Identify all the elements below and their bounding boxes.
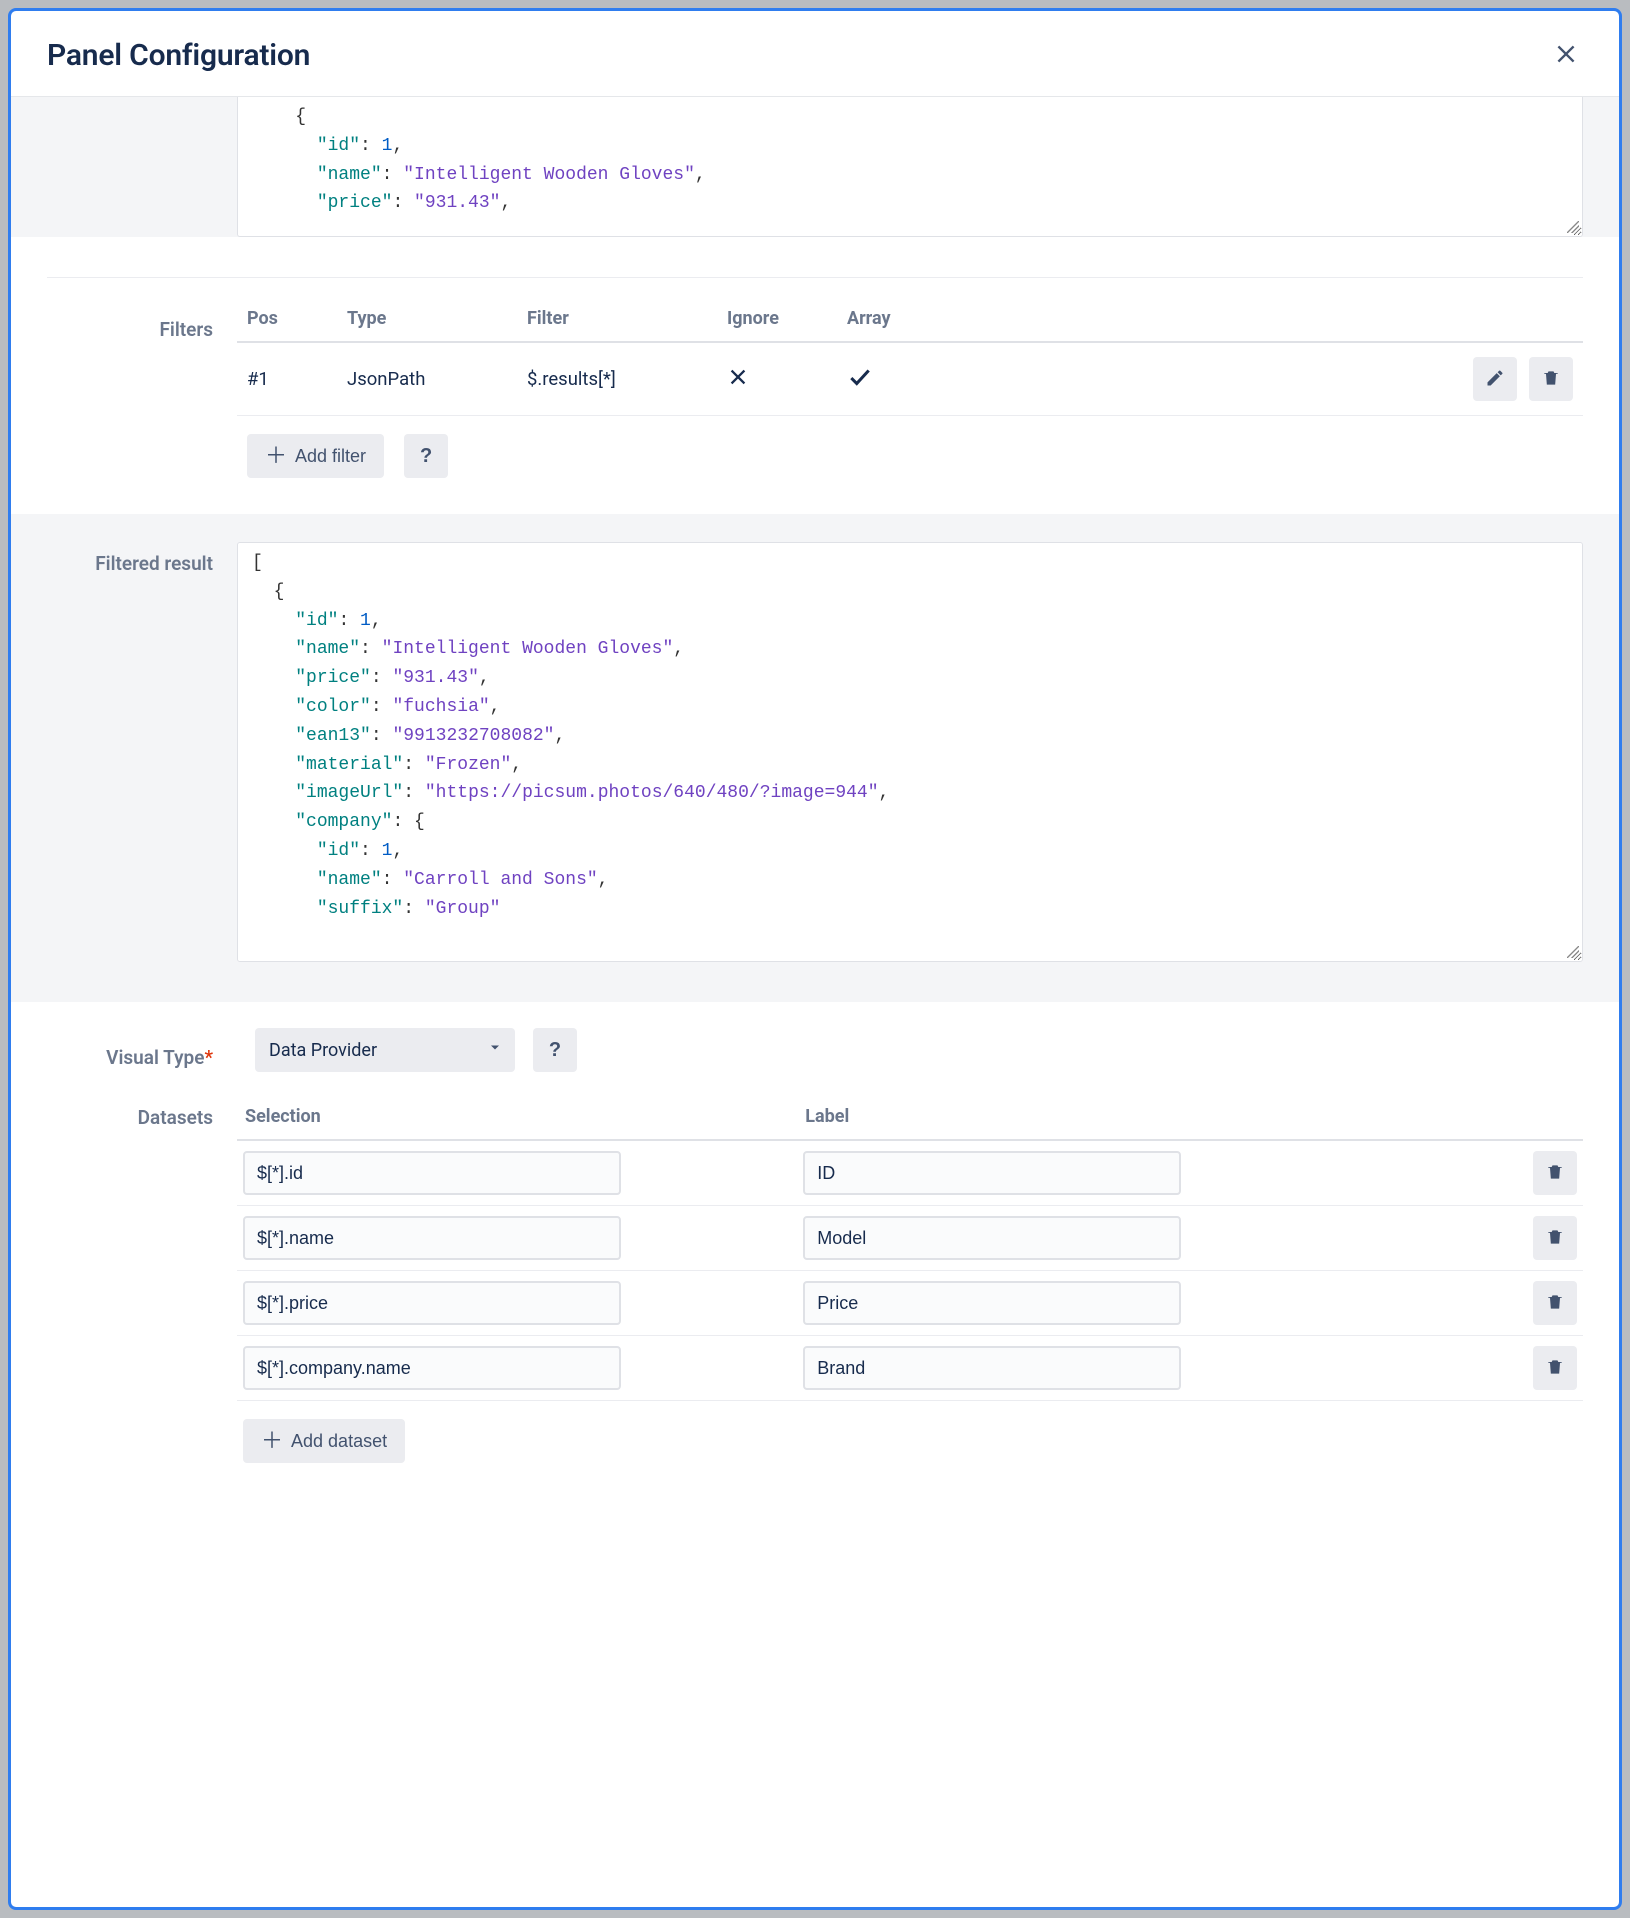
check-icon — [847, 373, 873, 395]
close-icon — [1553, 55, 1579, 70]
modal-body[interactable]: { "id": 1, "name": "Intelligent Wooden G… — [11, 97, 1619, 1907]
close-button[interactable] — [1549, 37, 1583, 74]
dataset-selection-input[interactable] — [243, 1281, 621, 1325]
table-row — [237, 1271, 1583, 1336]
x-icon — [727, 371, 749, 393]
filtered-result-label: Filtered result — [47, 542, 237, 575]
col-pos: Pos — [247, 308, 347, 329]
delete-dataset-button[interactable] — [1533, 1346, 1577, 1390]
dataset-selection-input[interactable] — [243, 1151, 621, 1195]
filter-expression: $.results[*] — [527, 368, 727, 390]
filters-label: Filters — [47, 308, 237, 341]
col-array: Array — [847, 308, 967, 329]
table-row — [237, 1336, 1583, 1401]
datasets-table-header: Selection Label — [237, 1096, 1583, 1141]
trash-icon — [1545, 1292, 1565, 1315]
visual-type-label: Visual Type* — [47, 1032, 237, 1069]
edit-filter-button[interactable] — [1473, 357, 1517, 401]
table-row: #1JsonPath$.results[*] — [237, 343, 1583, 416]
add-dataset-label: Add dataset — [291, 1431, 387, 1452]
dataset-label-input[interactable] — [803, 1346, 1181, 1390]
col-ignore: Ignore — [727, 308, 847, 329]
visual-type-section: Visual Type* Data Provider ? Datasets — [11, 1002, 1619, 1487]
pencil-icon — [1485, 368, 1505, 391]
add-filter-label: Add filter — [295, 446, 366, 467]
trash-icon — [1545, 1162, 1565, 1185]
filter-pos: #1 — [247, 368, 347, 390]
filters-table-header: Pos Type Filter Ignore Array — [237, 308, 1583, 343]
trash-icon — [1545, 1227, 1565, 1250]
filter-ignore — [727, 366, 847, 393]
delete-dataset-button[interactable] — [1533, 1151, 1577, 1195]
visual-type-value: Data Provider — [269, 1040, 377, 1061]
table-row — [237, 1141, 1583, 1206]
col-selection: Selection — [243, 1106, 803, 1127]
filtered-result-section: Filtered result [ { "id": 1, "name": "In… — [11, 514, 1619, 1002]
dataset-label-input[interactable] — [803, 1281, 1181, 1325]
modal-header: Panel Configuration — [11, 11, 1619, 97]
dataset-label-input[interactable] — [803, 1151, 1181, 1195]
filter-type: JsonPath — [347, 368, 527, 390]
raw-result-code[interactable]: { "id": 1, "name": "Intelligent Wooden G… — [237, 97, 1583, 237]
add-filter-button[interactable]: ＋ Add filter — [247, 434, 384, 478]
col-label: Label — [803, 1106, 1363, 1127]
filter-array — [847, 364, 967, 395]
col-type: Type — [347, 308, 527, 329]
delete-filter-button[interactable] — [1529, 357, 1573, 401]
delete-dataset-button[interactable] — [1533, 1281, 1577, 1325]
raw-result-section: { "id": 1, "name": "Intelligent Wooden G… — [11, 97, 1619, 237]
plus-icon: ＋ — [261, 1430, 283, 1452]
visual-type-help-button[interactable]: ? — [533, 1028, 577, 1072]
filters-table: Pos Type Filter Ignore Array #1JsonPath$… — [237, 308, 1583, 416]
modal-title: Panel Configuration — [47, 38, 310, 73]
visual-type-select[interactable]: Data Provider — [255, 1028, 515, 1072]
trash-icon — [1545, 1357, 1565, 1380]
dataset-label-input[interactable] — [803, 1216, 1181, 1260]
dataset-selection-input[interactable] — [243, 1216, 621, 1260]
chevron-down-icon — [487, 1040, 503, 1061]
col-filter: Filter — [527, 308, 727, 329]
filters-section: Filters Pos Type Filter Ignore Array #1J… — [11, 277, 1619, 514]
panel-configuration-modal: Panel Configuration { "id": 1, "name": "… — [8, 8, 1622, 1910]
table-row — [237, 1206, 1583, 1271]
dataset-selection-input[interactable] — [243, 1346, 621, 1390]
filtered-result-code[interactable]: [ { "id": 1, "name": "Intelligent Wooden… — [237, 542, 1583, 962]
delete-dataset-button[interactable] — [1533, 1216, 1577, 1260]
trash-icon — [1541, 368, 1561, 391]
filters-help-button[interactable]: ? — [404, 434, 448, 478]
add-dataset-button[interactable]: ＋ Add dataset — [243, 1419, 405, 1463]
plus-icon: ＋ — [265, 445, 287, 467]
datasets-label: Datasets — [47, 1096, 237, 1129]
